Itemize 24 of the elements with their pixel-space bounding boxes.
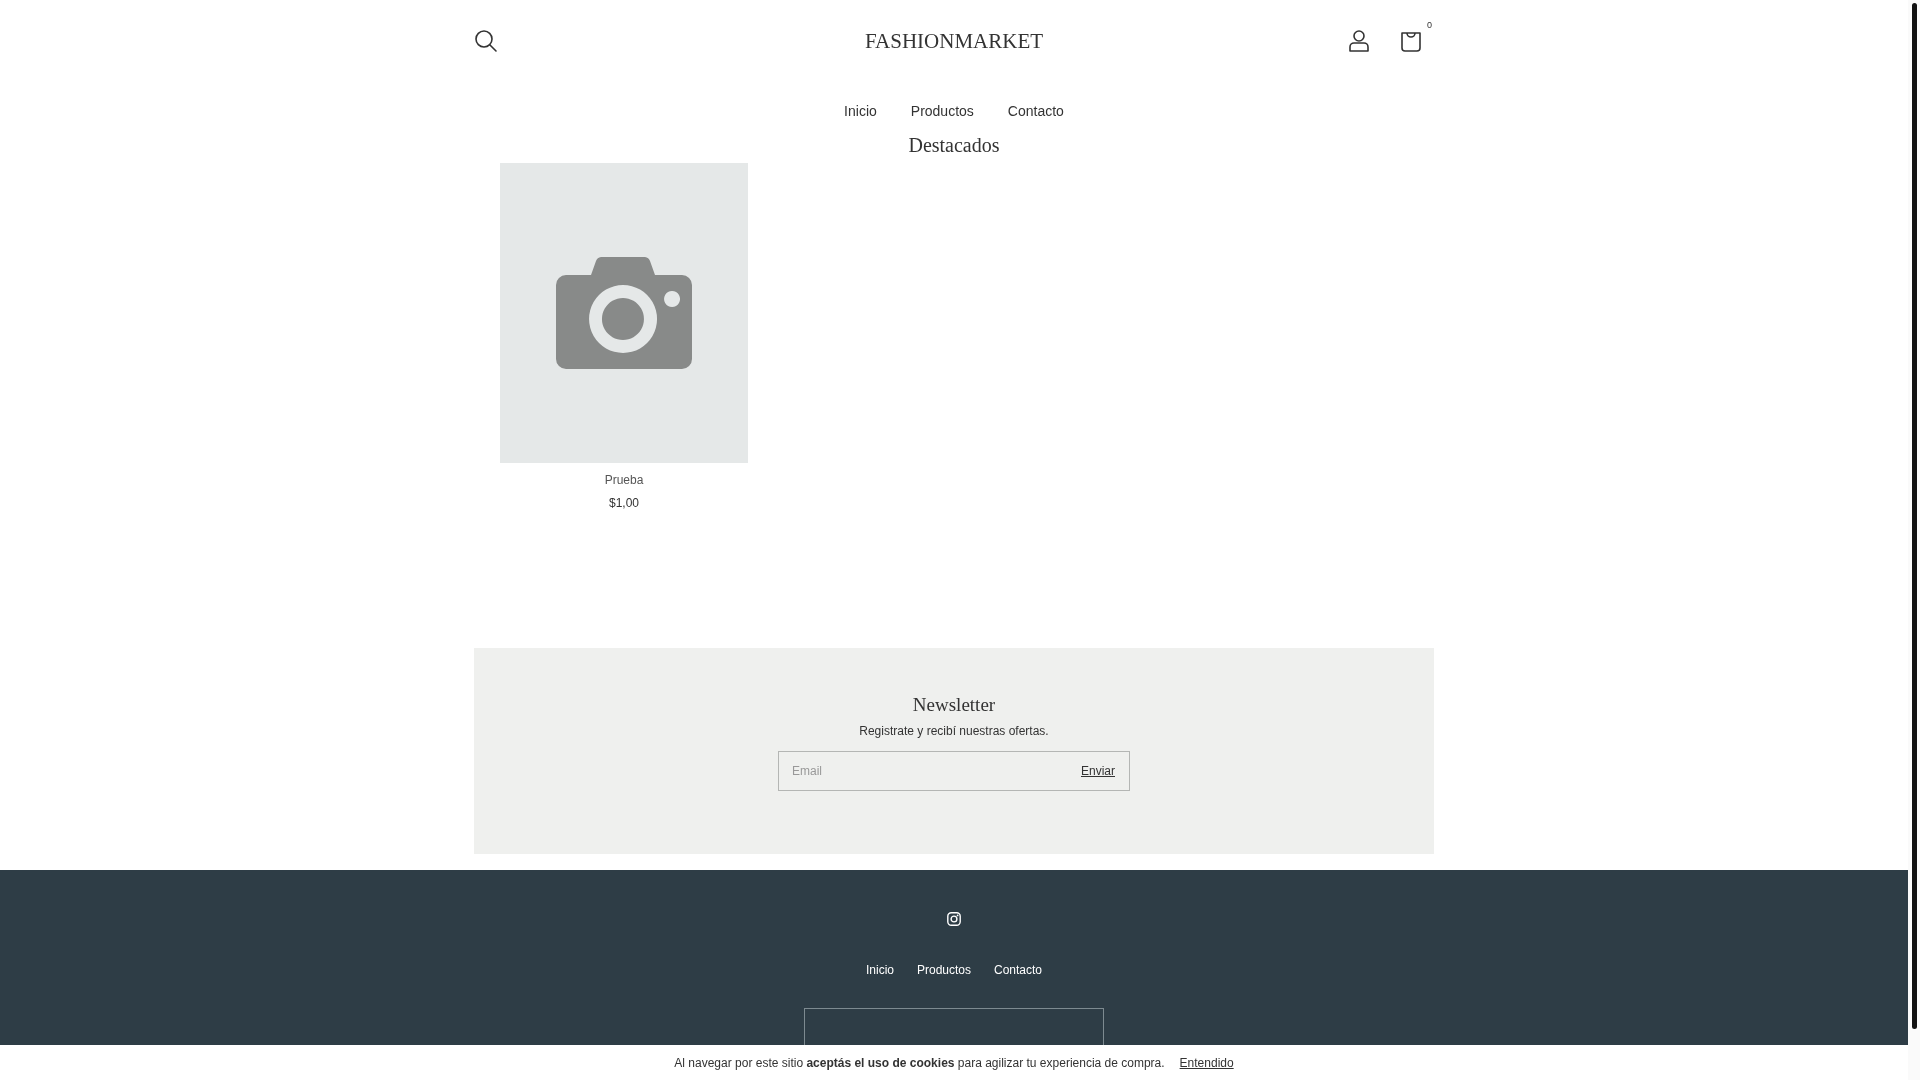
submit-button[interactable]: Enviar xyxy=(1081,764,1115,778)
footer-link[interactable]: Contacto xyxy=(994,963,1043,977)
email-field[interactable]: Email Enviar xyxy=(778,751,1130,791)
footer-link[interactable]: Productos xyxy=(916,963,971,977)
instagram-icon[interactable] xyxy=(947,912,961,926)
bag-icon[interactable] xyxy=(1400,29,1422,53)
product-name[interactable]: Prueba xyxy=(604,473,644,487)
store-logo[interactable]: FASHIONMARKET xyxy=(864,28,1044,54)
cookie-notice: Al navegar por este sitio aceptás el uso de cookies para agilizar tu experiencia de compra. xyxy=(674,1055,1165,1070)
scrollbar-thumb[interactable] xyxy=(1912,3,1917,1029)
nav-link[interactable]: Productos xyxy=(910,103,974,119)
cart-count: 0 xyxy=(1427,20,1432,30)
search-icon[interactable] xyxy=(474,29,498,53)
user-icon[interactable] xyxy=(1348,29,1370,53)
footer-link[interactable]: Inicio xyxy=(865,963,894,977)
accept-link[interactable]: Entendido xyxy=(1179,1055,1234,1070)
newsletter-title: Newsletter xyxy=(912,694,996,716)
image-placeholder[interactable] xyxy=(500,163,748,463)
camera-icon xyxy=(556,257,692,369)
product-price: $1,00 xyxy=(609,496,639,510)
newsletter-text: Registrate y recibí nuestras ofertas. xyxy=(859,724,1049,738)
nav-link[interactable]: Contacto xyxy=(1007,103,1064,119)
nav-link[interactable]: Inicio xyxy=(844,103,877,119)
section-title: Destacados xyxy=(907,133,1001,158)
